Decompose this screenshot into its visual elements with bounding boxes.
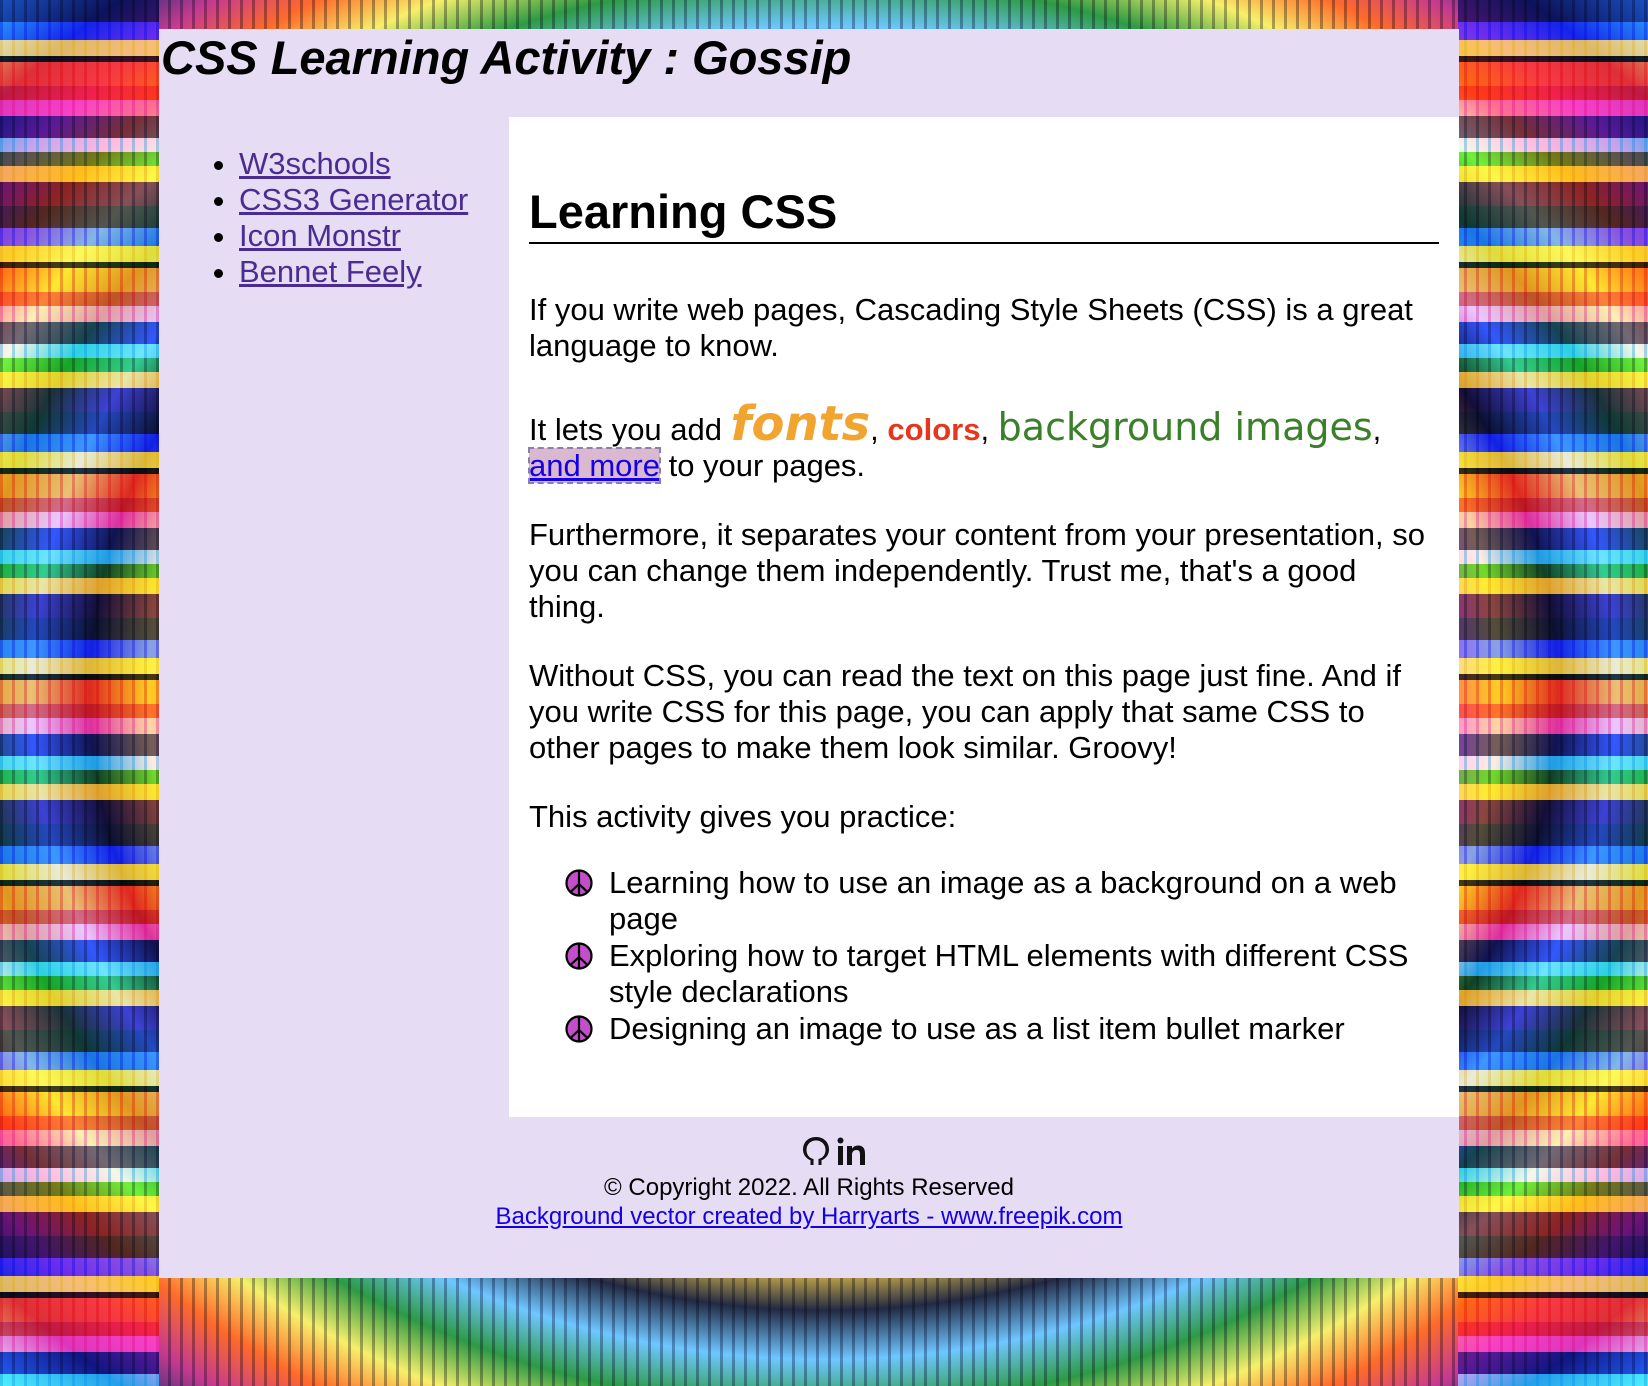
and-more-link[interactable]: and more <box>528 447 661 484</box>
colors-word: colors <box>887 412 981 447</box>
content-heading: Learning CSS <box>529 184 1439 244</box>
peace-sign-icon <box>565 1015 593 1043</box>
without-css-paragraph: Without CSS, you can read the text on th… <box>529 658 1401 765</box>
main-content: Learning CSS If you write web pages, Cas… <box>509 117 1459 1117</box>
site-title: CSS Learning Activity : Gossip <box>161 31 852 84</box>
background-credit: Background vector created by Harryarts -… <box>159 1203 1459 1231</box>
intro-paragraph: If you write web pages, Cascading Style … <box>529 292 1413 363</box>
sidebar-item-bennet-feely: Bennet Feely <box>239 254 509 290</box>
sidebar-link-icon-monstr[interactable]: Icon Monstr <box>239 218 401 253</box>
freepik-credit-link[interactable]: Background vector created by Harryarts -… <box>496 1203 1123 1230</box>
peace-sign-icon <box>565 942 593 970</box>
practice-item-text: Exploring how to target HTML elements wi… <box>609 938 1409 1009</box>
page-container: CSS Learning Activity : Gossip W3schools… <box>159 29 1459 1278</box>
sidebar-item-icon-monstr: Icon Monstr <box>239 218 509 254</box>
separator-2: , <box>980 412 998 447</box>
background-images-word: background images <box>997 405 1373 449</box>
sidebar-link-bennet-feely[interactable]: Bennet Feely <box>239 254 422 289</box>
linkedin-icon <box>837 1137 865 1165</box>
sidebar-item-w3schools: W3schools <box>239 146 509 182</box>
sidebar: W3schools CSS3 Generator Icon Monstr Ben… <box>159 146 509 290</box>
sidebar-link-w3schools[interactable]: W3schools <box>239 146 391 181</box>
features-prefix: It lets you add <box>529 412 731 447</box>
practice-item: Designing an image to use as a list item… <box>565 1011 1439 1047</box>
linkedin-link[interactable] <box>835 1134 869 1173</box>
background-art-left <box>0 0 159 1386</box>
github-link[interactable] <box>799 1134 833 1173</box>
github-icon <box>803 1137 829 1165</box>
sidebar-link-css3-generator[interactable]: CSS3 Generator <box>239 182 468 217</box>
sidebar-item-css3-generator: CSS3 Generator <box>239 182 509 218</box>
practice-item: Exploring how to target HTML elements wi… <box>565 938 1439 1010</box>
practice-item-text: Learning how to use an image as a backgr… <box>609 865 1397 936</box>
sidebar-link-list: W3schools CSS3 Generator Icon Monstr Ben… <box>159 146 509 290</box>
separator-1: , <box>870 412 888 447</box>
background-art-right <box>1458 0 1648 1386</box>
fonts-word: fonts <box>730 396 871 452</box>
features-paragraph: It lets you add fonts, colors, backgroun… <box>528 400 1439 484</box>
practice-item-text: Designing an image to use as a list item… <box>609 1011 1345 1046</box>
peace-sign-icon <box>565 869 593 897</box>
social-links <box>159 1137 1459 1173</box>
copyright-text: © Copyright 2022. All Rights Reserved <box>604 1174 1014 1201</box>
practice-intro: This activity gives you practice: <box>529 799 957 834</box>
practice-item: Learning how to use an image as a backgr… <box>565 865 1439 937</box>
separator-3: , <box>1372 412 1382 447</box>
features-suffix: to your pages. <box>659 448 866 483</box>
footer: © Copyright 2022. All Rights Reserved Ba… <box>159 1137 1459 1231</box>
practice-list: Learning how to use an image as a backgr… <box>529 865 1439 1047</box>
separation-paragraph: Furthermore, it separates your content f… <box>529 517 1425 624</box>
